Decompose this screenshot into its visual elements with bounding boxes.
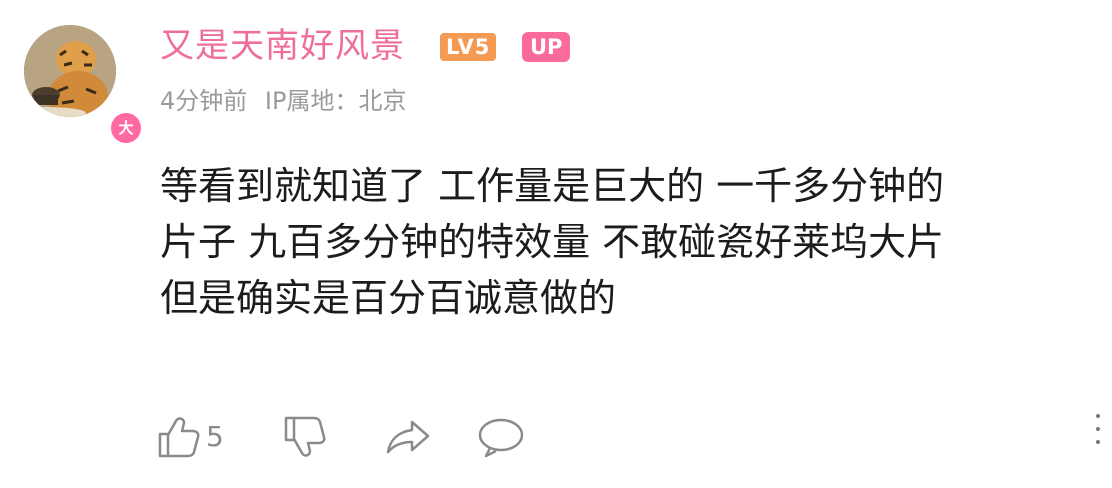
share-icon (386, 420, 430, 454)
like-button[interactable]: 5 (156, 414, 224, 460)
dislike-button[interactable] (282, 414, 328, 460)
level-badge: LV5 (440, 33, 497, 61)
more-icon[interactable] (1096, 414, 1100, 444)
up-badge: UP (522, 32, 571, 62)
ip-location: IP属地：北京 (264, 87, 407, 115)
comment-actions: 5 (156, 412, 526, 462)
thumbs-down-icon (284, 416, 326, 457)
avatar[interactable]: 大 (24, 25, 144, 146)
comment-time: 4分钟前 (160, 87, 248, 115)
username[interactable]: 又是天南好风景 (160, 24, 405, 68)
share-button[interactable] (384, 414, 432, 460)
comment-text-line: 片子 九百多分钟的特效量 不敢碰瓷好莱坞大片 (160, 220, 945, 264)
reply-button[interactable] (476, 414, 526, 460)
like-count: 5 (206, 420, 224, 453)
comment-icon (478, 418, 524, 458)
comment-text: 等看到就知道了 工作量是巨大的 一千多分钟的 片子 九百多分钟的特效量 不敢碰瓷… (160, 158, 1090, 326)
comment-meta: 4分钟前 IP属地：北京 (160, 84, 406, 118)
vip-badge: 大 (108, 110, 144, 146)
avatar-image (24, 25, 116, 117)
comment-text-line: 等看到就知道了 工作量是巨大的 一千多分钟的 (160, 164, 945, 208)
thumbs-up-icon (158, 417, 200, 458)
comment-text-line: 但是确实是百分百诚意做的 (160, 276, 617, 320)
